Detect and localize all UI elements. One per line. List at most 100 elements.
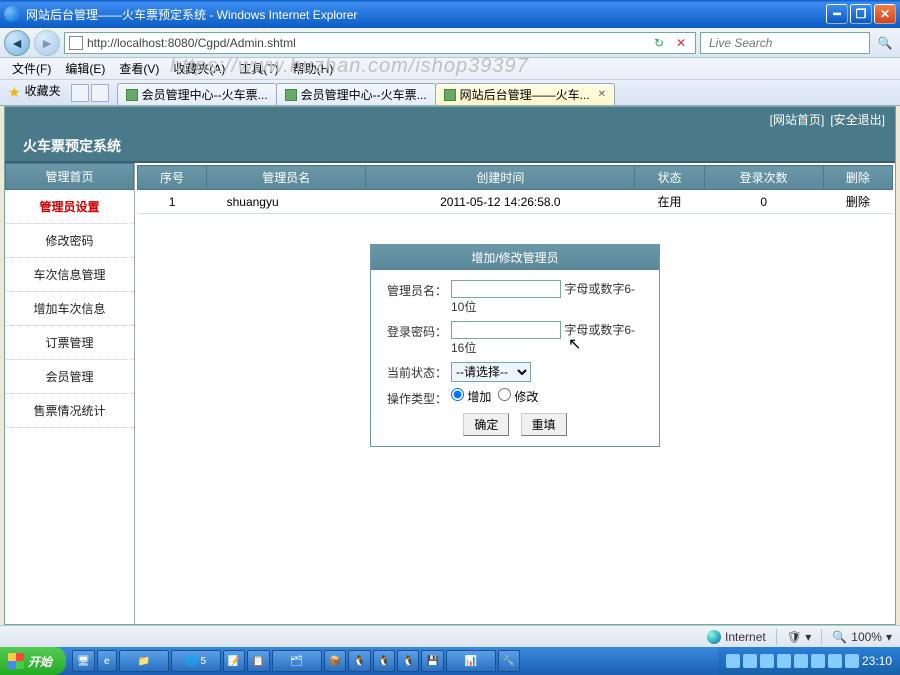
tray-icon[interactable] — [726, 654, 740, 668]
tray-icon[interactable] — [760, 654, 774, 668]
task-item[interactable]: 🐧 — [373, 650, 395, 672]
tab-favicon — [285, 89, 297, 101]
tab-list-button[interactable] — [71, 84, 89, 102]
sidebar-item[interactable]: 订票管理 — [5, 326, 134, 360]
tab-favicon — [126, 89, 138, 101]
table-cell: 0 — [704, 190, 823, 214]
table-cell: 2011-05-12 14:26:58.0 — [366, 190, 635, 214]
refresh-button[interactable]: ↻ — [649, 33, 669, 53]
th-seq: 序号 — [138, 166, 207, 190]
forward-button[interactable]: ► — [34, 30, 60, 56]
task-item[interactable]: e — [97, 650, 117, 672]
url-input[interactable] — [87, 36, 647, 50]
radio-add-label: 增加 — [467, 390, 491, 404]
system-tray[interactable]: 23:10 — [718, 647, 900, 675]
zoom-control[interactable]: 🔍 100% ▾ — [832, 630, 892, 644]
security-zone[interactable]: Internet — [707, 630, 766, 644]
sidebar-item[interactable]: 管理员设置 — [5, 190, 134, 224]
favorites-star-icon[interactable]: ★ — [8, 84, 21, 101]
status-select[interactable]: --请选择-- — [451, 362, 531, 382]
table-cell: 在用 — [635, 190, 704, 214]
menu-view[interactable]: 查看(V) — [113, 58, 165, 79]
link-logout[interactable]: [安全退出] — [830, 111, 885, 128]
browser-tab[interactable]: 会员管理中心--火车票... — [276, 83, 436, 105]
tray-icon[interactable] — [794, 654, 808, 668]
zone-label: Internet — [725, 630, 766, 644]
tray-icon[interactable] — [777, 654, 791, 668]
taskbar: 开始 🖥 e 📁 🌐 5 📝 📋 🗂 📦 🐧 🐧 🐧 💾 📊 🔧 23:10 — [0, 647, 900, 675]
browser-tab[interactable]: 会员管理中心--火车票... — [117, 83, 277, 105]
table-cell: 1 — [138, 190, 207, 214]
admin-table: 序号 管理员名 创建时间 状态 登录次数 删除 1shuangyu2011-05… — [137, 165, 893, 214]
th-del: 删除 — [823, 166, 892, 190]
maximize-button[interactable]: ❐ — [850, 4, 872, 24]
address-bar[interactable]: ↻ ✕ — [64, 32, 696, 54]
minimize-button[interactable]: ━ — [826, 4, 848, 24]
tab-close-icon[interactable]: ✕ — [598, 89, 606, 100]
ok-button[interactable]: 确定 — [463, 413, 509, 436]
task-item[interactable]: 🐧 — [397, 650, 419, 672]
task-item[interactable]: 📋 — [247, 650, 269, 672]
th-user: 管理员名 — [207, 166, 366, 190]
username-input[interactable] — [451, 280, 561, 298]
search-button[interactable]: 🔍 — [874, 32, 896, 54]
radio-add[interactable] — [451, 388, 464, 401]
task-item[interactable]: 🖥 — [72, 650, 95, 672]
task-item[interactable]: 🗂 — [272, 650, 322, 672]
tray-icon[interactable] — [811, 654, 825, 668]
clock: 23:10 — [862, 654, 892, 668]
menu-help[interactable]: 帮助(H) — [287, 58, 340, 79]
page-topbar: [网站首页] [安全退出] — [5, 107, 895, 131]
back-button[interactable]: ◄ — [4, 30, 30, 56]
table-cell[interactable]: 删除 — [823, 190, 892, 214]
task-item[interactable]: 🔧 — [498, 650, 520, 672]
link-home[interactable]: [网站首页] — [770, 111, 825, 128]
task-item[interactable]: 🌐 5 — [171, 650, 221, 672]
tab-grid-button[interactable] — [91, 84, 109, 102]
menu-favorites[interactable]: 收藏夹(A) — [167, 58, 231, 79]
start-button[interactable]: 开始 — [0, 647, 66, 675]
tray-icon[interactable] — [845, 654, 859, 668]
form-title: 增加/修改管理员 — [371, 245, 659, 270]
menu-tools[interactable]: 工具(T) — [233, 58, 284, 79]
zoom-label: 100% — [851, 630, 882, 644]
sidebar-header[interactable]: 管理首页 — [5, 163, 134, 190]
menu-edit[interactable]: 编辑(E) — [59, 58, 111, 79]
protected-mode[interactable]: 🛡 ▾ — [787, 630, 812, 644]
task-item[interactable]: 📁 — [119, 650, 169, 672]
tray-icon[interactable] — [743, 654, 757, 668]
search-input[interactable] — [709, 36, 866, 50]
search-bar[interactable] — [700, 32, 870, 54]
page-icon — [69, 36, 83, 50]
sidebar-item[interactable]: 会员管理 — [5, 360, 134, 394]
task-item[interactable]: 📦 — [324, 650, 346, 672]
table-cell: shuangyu — [207, 190, 366, 214]
globe-icon — [707, 630, 721, 644]
work-area: 序号 管理员名 创建时间 状态 登录次数 删除 1shuangyu2011-05… — [135, 163, 895, 624]
password-input[interactable] — [451, 321, 561, 339]
menu-file[interactable]: 文件(F) — [6, 58, 57, 79]
tab-label: 会员管理中心--火车票... — [301, 86, 427, 103]
radio-edit[interactable] — [498, 388, 511, 401]
menu-bar: 文件(F) 编辑(E) 查看(V) 收藏夹(A) 工具(T) 帮助(H) — [0, 58, 900, 80]
sidebar: 管理首页 管理员设置修改密码车次信息管理增加车次信息订票管理会员管理售票情况统计 — [5, 163, 135, 624]
favorites-label[interactable]: 收藏夹 — [25, 82, 61, 99]
task-item[interactable]: 📝 — [223, 650, 245, 672]
stop-button[interactable]: ✕ — [671, 33, 691, 53]
sidebar-item[interactable]: 修改密码 — [5, 224, 134, 258]
close-button[interactable]: ✕ — [874, 4, 896, 24]
sidebar-item[interactable]: 车次信息管理 — [5, 258, 134, 292]
th-status: 状态 — [635, 166, 704, 190]
sidebar-item[interactable]: 增加车次信息 — [5, 292, 134, 326]
sidebar-item[interactable]: 售票情况统计 — [5, 394, 134, 428]
task-item[interactable]: 📊 — [446, 650, 496, 672]
status-label: 当前状态： — [383, 362, 447, 381]
reset-button[interactable]: 重填 — [521, 413, 567, 436]
browser-tab[interactable]: 网站后台管理——火车...✕ — [435, 83, 615, 105]
tray-icon[interactable] — [828, 654, 842, 668]
page-content: [网站首页] [安全退出] 火车票预定系统 管理首页 管理员设置修改密码车次信息… — [4, 106, 896, 625]
task-item[interactable]: 💾 — [421, 650, 443, 672]
username-label: 管理员名： — [383, 280, 447, 299]
task-item[interactable]: 🐧 — [348, 650, 370, 672]
th-created: 创建时间 — [366, 166, 635, 190]
